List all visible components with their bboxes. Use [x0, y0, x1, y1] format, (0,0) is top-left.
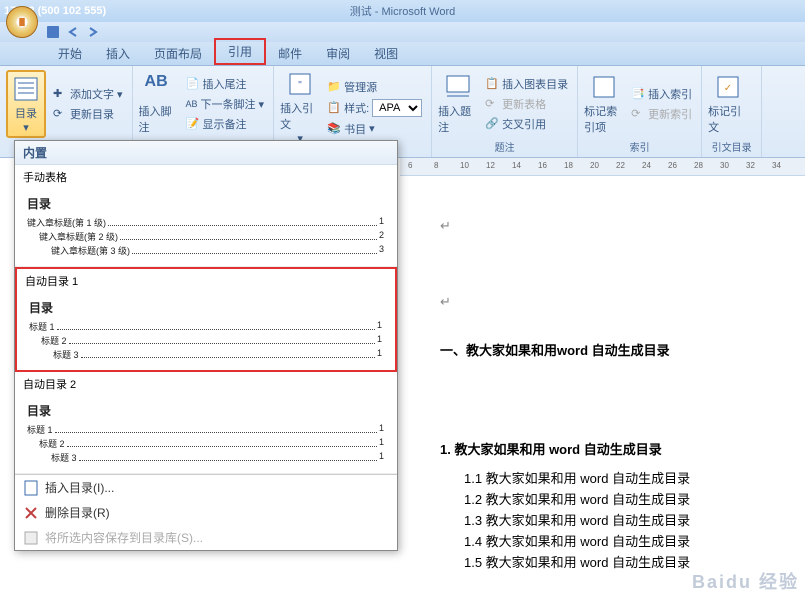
svg-text:": "	[298, 80, 302, 91]
ab-icon: AB	[145, 73, 173, 101]
index-icon	[590, 73, 618, 101]
paragraph-mark-icon: ↵	[440, 294, 451, 309]
group-label-authority: 引文目录	[708, 138, 755, 155]
caption-icon	[444, 73, 472, 101]
office-button[interactable]	[6, 6, 38, 38]
insert-toc-menu-item[interactable]: 插入目录(I)...	[15, 475, 397, 500]
redo-icon[interactable]	[86, 25, 100, 39]
insert-figtable-button[interactable]: 📋插入图表目录	[482, 75, 571, 93]
endnote-icon: 📄	[186, 77, 200, 91]
insert-footnote-button[interactable]: AB 插入脚注	[139, 70, 179, 138]
next-footnote-button[interactable]: AB下一条脚注 ▾	[183, 95, 268, 113]
doc-item: 1.4 教大家如果和用 word 自动生成目录	[464, 531, 785, 550]
dropdown-section-built-in: 内置	[15, 141, 397, 165]
mark-index-button[interactable]: 标记索引项	[584, 70, 624, 138]
update-toc-button[interactable]: ⟳更新目录	[50, 105, 126, 123]
group-index: 标记索引项 📑插入索引 ⟳更新索引 索引	[578, 66, 702, 157]
document-area[interactable]: ↵ ↵ 一、教大家如果和用word 自动生成目录 1. 教大家如果和用 word…	[400, 178, 805, 600]
paragraph-mark-icon: ↵	[440, 218, 451, 233]
update-table-button[interactable]: ⟳更新表格	[482, 95, 571, 113]
save-icon[interactable]	[46, 25, 60, 39]
insert-index-button[interactable]: 📑插入索引	[628, 85, 695, 103]
remove-toc-menu-item[interactable]: 删除目录(R)	[15, 500, 397, 525]
refresh-icon: ⟳	[53, 107, 67, 121]
toc-dropdown: 内置 手动表格 目录 键入章标题(第 1 级)1 键入章标题(第 2 级)2 键…	[14, 140, 398, 551]
tab-review[interactable]: 审阅	[314, 42, 362, 65]
chevron-down-icon: ▾	[259, 98, 265, 111]
svg-text:✓: ✓	[724, 83, 732, 94]
group-authority: ✓ 标记引文 引文目录	[702, 66, 762, 157]
toc-icon	[12, 75, 40, 103]
plus-icon: ✚	[53, 87, 67, 101]
save-toc-menu-item: 将所选内容保存到目录库(S)...	[15, 525, 397, 550]
toc-option-auto1[interactable]: 自动目录 1 目录 标题 11 标题 21 标题 31	[15, 267, 397, 372]
toc-option-auto2[interactable]: 自动目录 2 目录 标题 11 标题 21 标题 31	[15, 372, 397, 474]
watermark: Baidu 经验	[692, 568, 799, 594]
manage-sources-button[interactable]: 📁管理源	[324, 78, 425, 96]
tab-insert[interactable]: 插入	[94, 42, 142, 65]
tab-references[interactable]: 引用	[214, 38, 266, 65]
style-dropdown[interactable]: APA	[372, 99, 422, 117]
show-notes-button[interactable]: 📝显示备注	[183, 115, 268, 133]
link-icon: 🔗	[485, 117, 499, 131]
citation-style-select[interactable]: 📋样式: APA	[324, 98, 425, 118]
page-icon	[23, 480, 39, 496]
document-title: 测试 - Microsoft Word	[350, 3, 456, 19]
tab-home[interactable]: 开始	[46, 42, 94, 65]
chevron-down-icon: ▾	[369, 122, 375, 135]
doc-item: 1.3 教大家如果和用 word 自动生成目录	[464, 510, 785, 529]
delete-icon	[23, 505, 39, 521]
toc-button[interactable]: 目录 ▾	[6, 70, 46, 138]
quick-access-toolbar	[0, 22, 805, 42]
refresh-icon: ⟳	[485, 97, 499, 111]
folder-icon: 📁	[327, 80, 341, 94]
insert-citation-button[interactable]: " 插入引文 ▾	[280, 70, 320, 145]
window-titlebar: 17092 (500 102 555) 测试 - Microsoft Word	[0, 0, 805, 22]
insert-endnote-button[interactable]: 📄插入尾注	[183, 75, 268, 93]
tab-layout[interactable]: 页面布局	[142, 42, 214, 65]
toc-option-manual[interactable]: 手动表格 目录 键入章标题(第 1 级)1 键入章标题(第 2 级)2 键入章标…	[15, 165, 397, 267]
tab-mailings[interactable]: 邮件	[266, 42, 314, 65]
book-icon: 📚	[327, 122, 341, 136]
tab-view[interactable]: 视图	[362, 42, 410, 65]
chevron-down-icon: ▾	[117, 88, 123, 101]
doc-heading-2: 1. 教大家如果和用 word 自动生成目录	[440, 439, 785, 458]
crossref-button[interactable]: 🔗交叉引用	[482, 115, 571, 133]
authority-icon: ✓	[714, 73, 742, 101]
ribbon-tabs: 开始 插入 页面布局 引用 邮件 审阅 视图	[0, 42, 805, 66]
undo-icon[interactable]	[66, 25, 80, 39]
citation-icon: "	[286, 70, 314, 98]
group-label-index: 索引	[584, 138, 695, 155]
add-text-button[interactable]: ✚添加文字 ▾	[50, 85, 126, 103]
doc-heading-1: 一、教大家如果和用word 自动生成目录	[440, 340, 785, 359]
doc-item: 1.2 教大家如果和用 word 自动生成目录	[464, 489, 785, 508]
note-icon: 📝	[186, 117, 200, 131]
bibliography-button[interactable]: 📚书目 ▾	[324, 120, 425, 138]
chevron-down-icon: ▾	[23, 121, 29, 134]
group-label-caption: 题注	[438, 138, 571, 155]
mark-citation-button[interactable]: ✓ 标记引文	[708, 70, 748, 138]
update-index-button[interactable]: ⟳更新索引	[628, 105, 695, 123]
doc-item: 1.1 教大家如果和用 word 自动生成目录	[464, 468, 785, 487]
list-icon: 📋	[485, 77, 499, 91]
insert-caption-button[interactable]: 插入题注	[438, 70, 478, 138]
style-icon: 📋	[327, 101, 341, 115]
group-caption: 插入题注 📋插入图表目录 ⟳更新表格 🔗交叉引用 题注	[432, 66, 578, 157]
horizontal-ruler[interactable]: 6810121416182022242628303234	[400, 158, 805, 176]
save-icon	[23, 530, 39, 546]
